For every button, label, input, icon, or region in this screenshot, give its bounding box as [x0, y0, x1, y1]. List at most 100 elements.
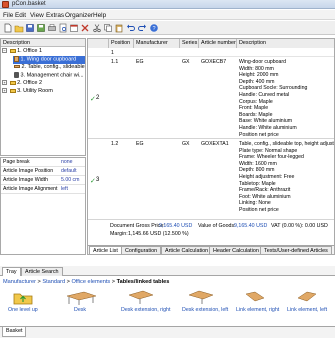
desk-extension-left-thumbnail[interactable]	[186, 289, 216, 305]
thumb-label-link-element-right[interactable]: Link element, right	[236, 307, 279, 313]
svg-text:?: ?	[152, 26, 155, 32]
thumb-label-desk-extension-left[interactable]: Desk extension, left	[182, 307, 228, 313]
breadcrumb-office-elements[interactable]: Office elements	[71, 279, 110, 285]
thumb-label-desk-extension-right[interactable]: Desk extension, right	[121, 307, 170, 313]
expand-icon[interactable]: +	[2, 80, 7, 86]
totals-bar: Document Gross Price: 9,165.40 USD Value…	[108, 222, 334, 239]
prop-value[interactable]: none	[61, 158, 73, 166]
app-icon	[2, 1, 9, 8]
description-line: Width: 1600 mm	[239, 160, 277, 167]
breadcrumb-manufacturer[interactable]: Manufacturer	[3, 279, 36, 285]
tree-item-utility-room[interactable]: + 3. Utility Room	[2, 88, 84, 96]
calendar-icon[interactable]	[69, 23, 79, 33]
description-line: Depth: 800 mm	[239, 167, 275, 174]
menu-view[interactable]: View	[30, 12, 44, 19]
tree-item-wing-door-cupboard[interactable]: 1. Wing door cupboard	[13, 56, 85, 64]
prop-value[interactable]: default	[61, 167, 77, 175]
tab-article-search[interactable]: Article Search	[21, 267, 63, 276]
copy-icon[interactable]	[103, 23, 113, 33]
goods-value: 9,165.40 USD	[234, 223, 268, 229]
prop-key: Article Image Position	[3, 168, 54, 174]
open-folder-icon[interactable]	[14, 23, 24, 33]
desk-thumbnail[interactable]	[64, 290, 98, 306]
toolbar: ?	[0, 21, 335, 35]
folder-icon	[9, 88, 16, 93]
desk-extension-right-thumbnail[interactable]	[126, 289, 156, 305]
breadcrumb-current: Tables/linked tables	[116, 279, 170, 285]
cell-quantity: 2	[96, 95, 100, 101]
menu-extras[interactable]: Extras	[46, 12, 64, 19]
table-row[interactable]: ✓ 2 1.1 EG GX GOXECB7 Wing-door cupboard…	[88, 58, 334, 139]
description-line: Depth: 400 mm	[239, 78, 275, 85]
menu-edit[interactable]: Edit	[15, 12, 26, 19]
cell-description: Table, config., slideable top, height ad…	[239, 141, 334, 214]
menu-organizer[interactable]: Organizer	[65, 12, 93, 19]
breadcrumb-standard[interactable]: Standard	[42, 279, 65, 285]
col-header-series[interactable]: Series	[180, 39, 199, 48]
table-icon	[14, 65, 20, 69]
menu-help[interactable]: Help	[93, 12, 106, 19]
tab-tray[interactable]: Tray	[2, 267, 21, 276]
tree-item-table-config[interactable]: 2. Table, config., slideable	[13, 64, 85, 72]
cell-position: 1	[111, 50, 114, 56]
thumb-label-link-element-left[interactable]: Link element, left	[287, 307, 327, 313]
cell-manufacturer: EG	[136, 141, 144, 147]
preview-icon[interactable]	[58, 23, 68, 33]
col-header-position[interactable]: Position	[109, 39, 134, 48]
prop-value[interactable]: 5.00 cm	[61, 176, 79, 184]
prop-row-page-break[interactable]: Page break none	[1, 158, 85, 167]
description-line: Boards: Maple	[239, 111, 273, 118]
tab-texts-user-defined[interactable]: Texts/User-defined Articles	[260, 246, 332, 254]
print-icon[interactable]	[47, 23, 57, 33]
tab-header-calculation[interactable]: Header Calculation	[209, 246, 263, 254]
expand-icon[interactable]: +	[2, 88, 7, 94]
cell-position: 1.2	[111, 141, 119, 147]
tree-item-office-2[interactable]: + 2. Office 2	[2, 80, 84, 88]
prop-value[interactable]: left	[61, 185, 68, 193]
window-title: pCon.basket	[12, 1, 46, 7]
collapse-icon[interactable]: −	[2, 48, 7, 54]
prop-row-image-width[interactable]: Article Image Width 5.00 cm	[1, 176, 85, 185]
col-header-article[interactable]: Article number	[199, 39, 237, 48]
tree-item-label: 1. Office 1	[17, 48, 43, 54]
tab-article-list[interactable]: Article List	[89, 246, 122, 254]
check-icon: ✓	[90, 96, 96, 103]
cell-series: GX	[182, 59, 190, 65]
description-line: Position net price	[239, 131, 279, 138]
new-document-icon[interactable]	[3, 23, 13, 33]
tree-item-management-chair[interactable]: 3. Management chair wi...	[13, 72, 85, 80]
tree-item-label: 2. Table, config., slideable	[21, 64, 85, 70]
main-tab-strip: Article List Configuration Article Calcu…	[88, 245, 334, 254]
undo-icon[interactable]	[126, 23, 136, 33]
tab-article-calculation[interactable]: Article Calculation	[161, 246, 213, 254]
link-element-right-thumbnail[interactable]	[243, 289, 267, 305]
link-element-left-thumbnail[interactable]	[295, 289, 319, 305]
save-as-icon[interactable]	[36, 23, 46, 33]
tab-configuration[interactable]: Configuration	[121, 246, 162, 254]
table-row-group[interactable]: 1	[88, 49, 334, 57]
tree-item-label: 3. Management chair wi...	[20, 72, 84, 79]
prop-row-image-alignment[interactable]: Article Image Alignment left	[1, 185, 85, 194]
thumb-label-desk[interactable]: Desk	[74, 307, 86, 313]
check-icon: ✓	[90, 178, 96, 185]
cut-icon[interactable]	[92, 23, 102, 33]
one-level-up-icon[interactable]	[12, 289, 34, 305]
save-icon[interactable]	[25, 23, 35, 33]
col-header-description[interactable]: Description	[237, 39, 334, 48]
redo-icon[interactable]	[137, 23, 147, 33]
table-row[interactable]: ✓ 3 1.2 EG GX GOXEXTA1 Table, config., s…	[88, 140, 334, 220]
thumb-label-one-level-up[interactable]: One level up	[8, 307, 38, 313]
tab-basket[interactable]: Basket	[2, 327, 27, 337]
delete-icon[interactable]	[80, 23, 90, 33]
menu-file[interactable]: File	[3, 12, 13, 19]
description-line: Height adjustment: Free	[239, 173, 295, 180]
tree-header: Description	[1, 39, 85, 47]
help-icon[interactable]: ?	[149, 23, 159, 33]
col-header-manufacturer[interactable]: Manufacturer	[134, 39, 180, 48]
tree-item-office-1[interactable]: − 1. Office 1	[2, 48, 84, 56]
description-line: Width: 800 mm	[239, 65, 274, 72]
prop-row-image-position[interactable]: Article Image Position default	[1, 167, 85, 176]
paste-icon[interactable]	[114, 23, 124, 33]
description-line: Tabletop: Maple	[239, 180, 276, 187]
chair-icon	[14, 72, 19, 78]
